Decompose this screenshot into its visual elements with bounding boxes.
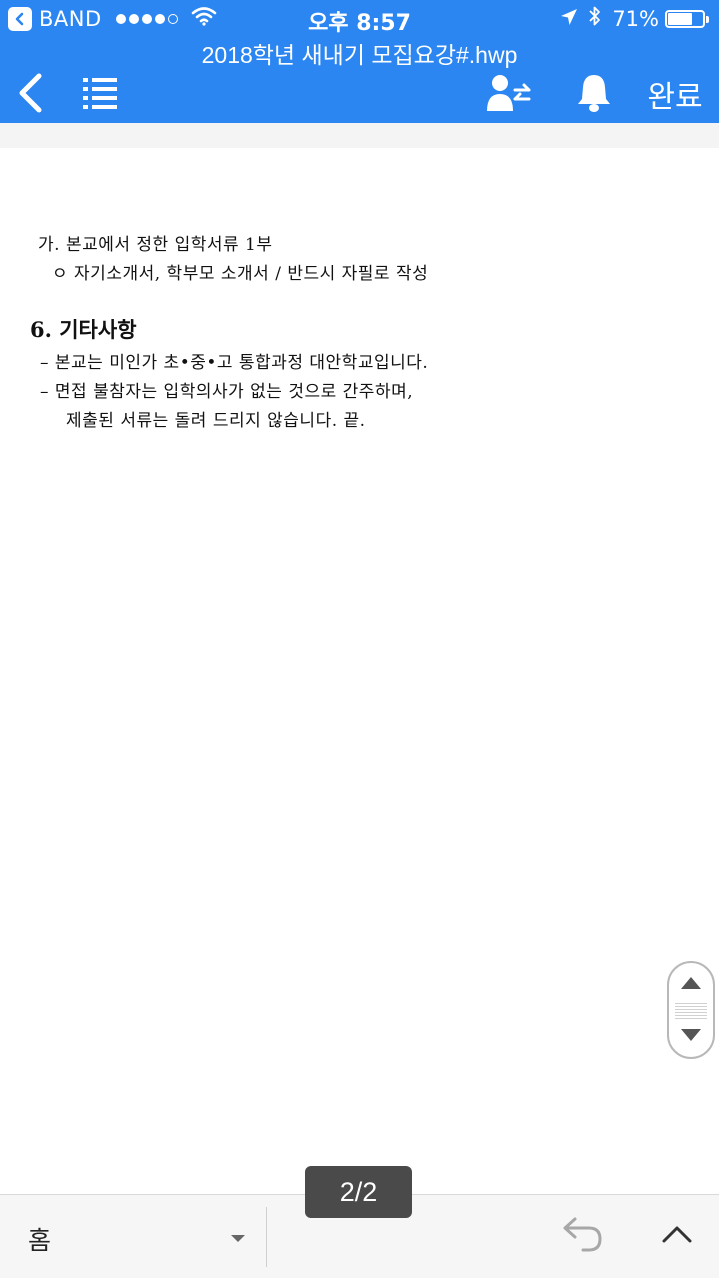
page-scroller[interactable] [667, 961, 715, 1059]
user-transfer-icon [486, 73, 532, 117]
list-icon [82, 76, 118, 114]
share-user-button[interactable] [484, 72, 534, 118]
doc-line: – 본교는 미인가 초•중•고 통합과정 대안학교입니다. [40, 353, 429, 373]
done-button[interactable]: 완료 [640, 70, 710, 118]
battery-level [668, 13, 692, 25]
app-screen: BAND 오후 8:57 71% 2018학년 새내기 모집요강#.hwp 완료… [0, 0, 719, 1278]
scroll-down-button[interactable] [669, 1017, 713, 1055]
done-button-label: 완료 [647, 80, 703, 115]
toolbar-divider [266, 1207, 267, 1267]
undo-button[interactable] [556, 1213, 606, 1259]
location-arrow-icon [560, 7, 578, 32]
undo-icon [559, 1214, 603, 1258]
back-button[interactable] [10, 72, 50, 118]
triangle-up-icon [680, 975, 702, 994]
bluetooth-icon [588, 5, 602, 33]
battery-percentage: 71% [612, 7, 659, 31]
doc-line: – 면접 불참자는 입학의사가 없는 것으로 간주하며, [40, 382, 414, 402]
section-heading: 6. 기타사항 [30, 317, 137, 342]
battery-cap [706, 15, 709, 23]
list-button[interactable] [78, 73, 122, 117]
page-indicator: 2/2 [305, 1166, 412, 1218]
header-bar: BAND 오후 8:57 71% 2018학년 새내기 모집요강#.hwp 완료 [0, 0, 719, 123]
chevron-left-icon [17, 73, 43, 117]
doc-line: ㅇ 자기소개서, 학부모 소개서 / 반드시 자필로 작성 [52, 264, 429, 284]
doc-line: 가. 본교에서 정한 입학서류 1부 [38, 235, 273, 255]
home-dropdown-label: 홈 [28, 1226, 52, 1255]
doc-line: 제출된 서류는 돌려 드리지 않습니다. 끝. [66, 411, 366, 431]
chevron-up-icon [661, 1224, 693, 1248]
scroll-up-button[interactable] [669, 965, 713, 1003]
battery-icon [665, 10, 705, 28]
collapse-toolbar-button[interactable] [654, 1213, 700, 1259]
page-top-margin [0, 123, 719, 148]
document-title: 2018학년 새내기 모집요강#.hwp [201, 42, 518, 68]
status-right: 71% [560, 6, 709, 32]
bell-icon [576, 73, 612, 117]
status-bar: BAND 오후 8:57 71% [0, 0, 719, 38]
notification-button[interactable] [572, 72, 616, 118]
triangle-down-icon [680, 1027, 702, 1046]
home-dropdown[interactable]: 홈 [0, 1195, 266, 1278]
dropdown-arrow-icon [231, 1235, 245, 1242]
